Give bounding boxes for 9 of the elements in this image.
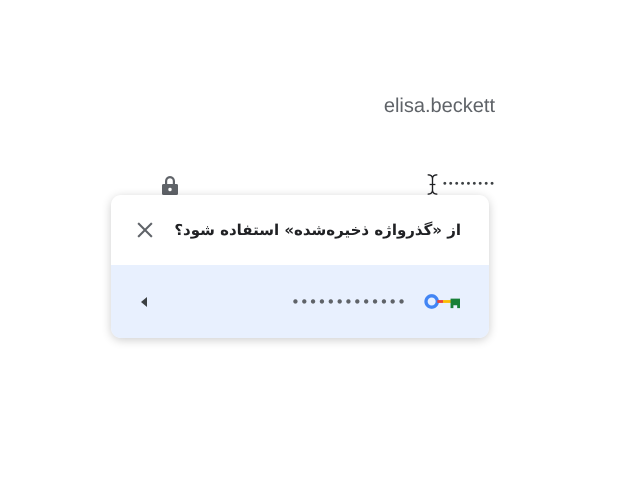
text-cursor-icon <box>426 174 438 195</box>
caret-icon <box>141 296 147 306</box>
key-icon <box>424 293 462 310</box>
password-suggestion[interactable]: ••••••••••••• <box>111 265 489 338</box>
password-field[interactable]: ••••••••• <box>442 178 495 190</box>
popup-title: از «گذرواژه ذخیره‌شده» استفاده شود؟ <box>174 221 461 239</box>
username-text: elisa.beckett <box>384 94 495 119</box>
saved-password: ••••••••••••• <box>290 292 406 310</box>
close-icon[interactable] <box>137 222 153 238</box>
